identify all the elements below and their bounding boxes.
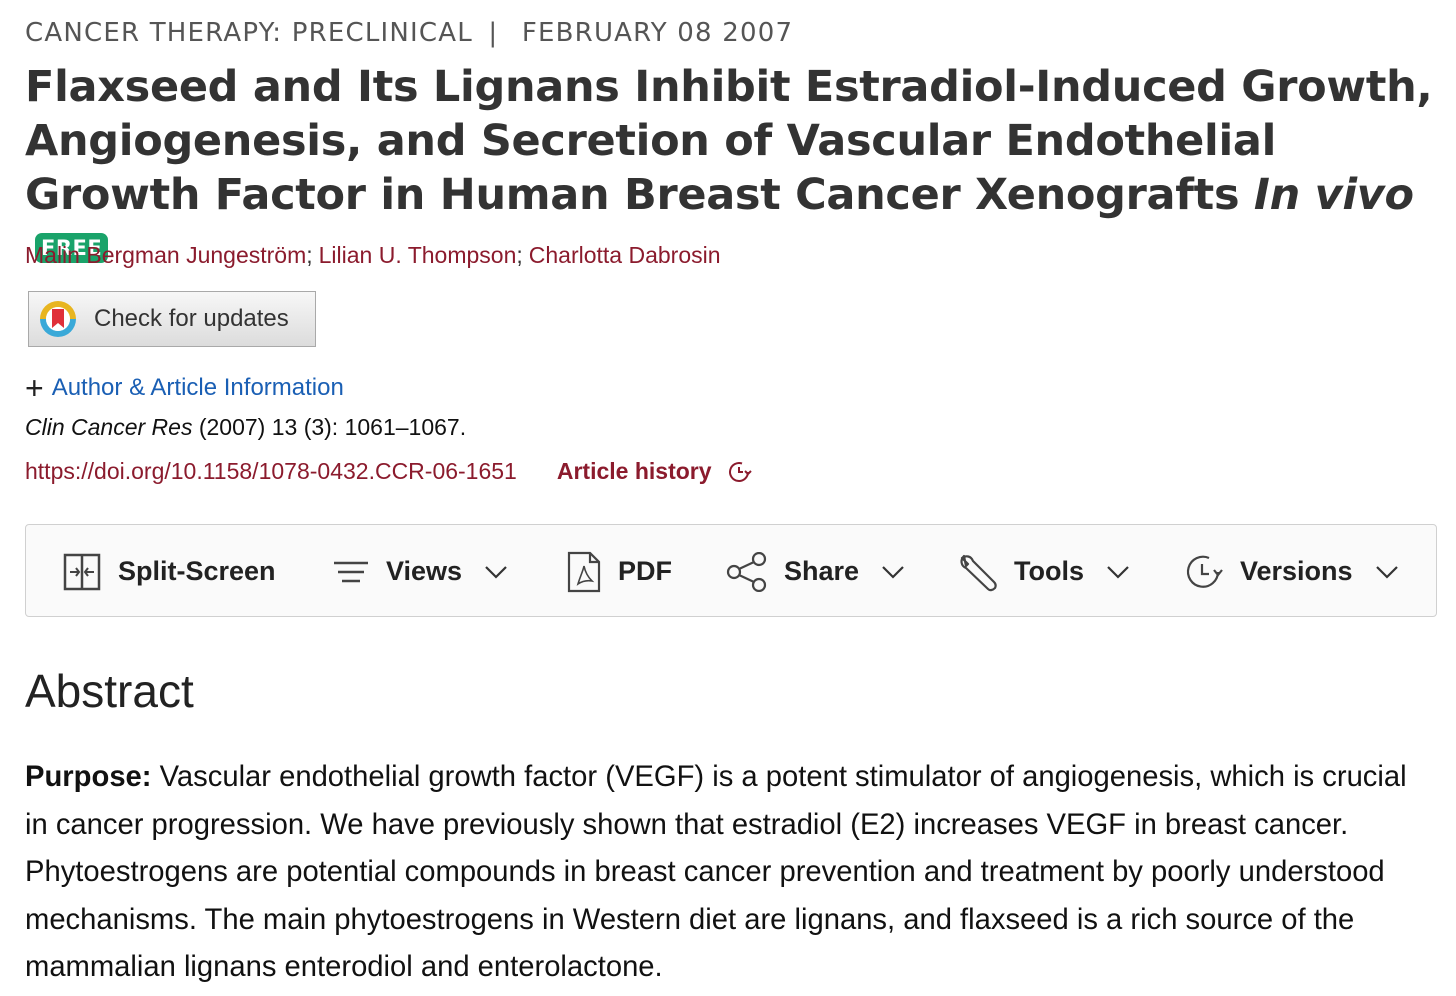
article-history-link[interactable]: Article history — [557, 458, 712, 485]
author-list: Malin Bergman Jungeström; Lilian U. Thomp… — [25, 242, 721, 269]
title-italic: In vivo — [1253, 170, 1414, 220]
journal-name: Clin Cancer Res — [25, 414, 193, 440]
versions-dropdown[interactable]: Versions — [1184, 525, 1399, 618]
author-separator: ; — [516, 242, 523, 268]
article-toolbar: Split-Screen Views PDF Share Tools Versi… — [25, 524, 1437, 617]
pdf-label: PDF — [618, 556, 672, 586]
share-label: Share — [784, 556, 860, 586]
pdf-icon — [567, 551, 601, 592]
wrench-icon — [960, 554, 997, 591]
abstract-heading: Abstract — [25, 665, 194, 717]
check-for-updates-button[interactable]: Check for updates — [28, 291, 316, 347]
author-link[interactable]: Charlotta Dabrosin — [529, 242, 721, 268]
author-link[interactable]: Malin Bergman Jungeström — [25, 242, 306, 268]
history-icon[interactable] — [726, 459, 752, 485]
split-screen-icon — [63, 553, 101, 590]
chevron-down-icon — [1107, 565, 1129, 579]
author-separator: ; — [306, 242, 313, 268]
share-dropdown[interactable]: Share — [726, 525, 905, 618]
tools-label: Tools — [1014, 556, 1084, 586]
article-section[interactable]: CANCER THERAPY: PRECLINICAL — [25, 18, 473, 48]
split-screen-label: Split-Screen — [118, 556, 276, 586]
tools-dropdown[interactable]: Tools — [958, 525, 1130, 618]
author-link[interactable]: Lilian U. Thompson — [319, 242, 517, 268]
plus-icon: + — [25, 370, 44, 406]
title-main: Flaxseed and Its Lignans Inhibit Estradi… — [25, 62, 1433, 220]
views-dropdown[interactable]: Views — [332, 525, 508, 618]
purpose-label: Purpose: — [25, 761, 152, 793]
split-screen-button[interactable]: Split-Screen — [62, 525, 276, 618]
publication-date: FEBRUARY 08 2007 — [521, 18, 794, 48]
purpose-text: Vascular endothelial growth factor (VEGF… — [25, 761, 1407, 983]
versions-label: Versions — [1240, 556, 1353, 586]
chevron-down-icon — [1375, 565, 1398, 579]
citation: Clin Cancer Res (2007) 13 (3): 1061–1067… — [25, 414, 466, 441]
doi-link[interactable]: https://doi.org/10.1158/1078-0432.CCR-06… — [25, 458, 517, 485]
chevron-down-icon — [485, 565, 507, 579]
meta-separator: | — [488, 18, 499, 48]
check-updates-label: Check for updates — [94, 305, 289, 332]
author-article-info-toggle[interactable]: + Author & Article Information — [25, 372, 344, 404]
versions-icon — [1186, 555, 1223, 588]
pdf-button[interactable]: PDF — [566, 525, 672, 618]
author-info-label: Author & Article Information — [51, 374, 344, 401]
abstract-paragraph: Purpose: Vascular endothelial growth fac… — [25, 754, 1437, 992]
article-meta: CANCER THERAPY: PRECLINICAL | FEBRUARY 0… — [25, 18, 793, 48]
chevron-down-icon — [882, 565, 904, 579]
views-icon — [334, 561, 368, 582]
doi-row: https://doi.org/10.1158/1078-0432.CCR-06… — [25, 458, 752, 485]
crossmark-icon — [40, 301, 76, 337]
share-icon — [726, 551, 767, 592]
views-label: Views — [386, 556, 463, 586]
citation-details: (2007) 13 (3): 1061–1067. — [192, 414, 467, 440]
